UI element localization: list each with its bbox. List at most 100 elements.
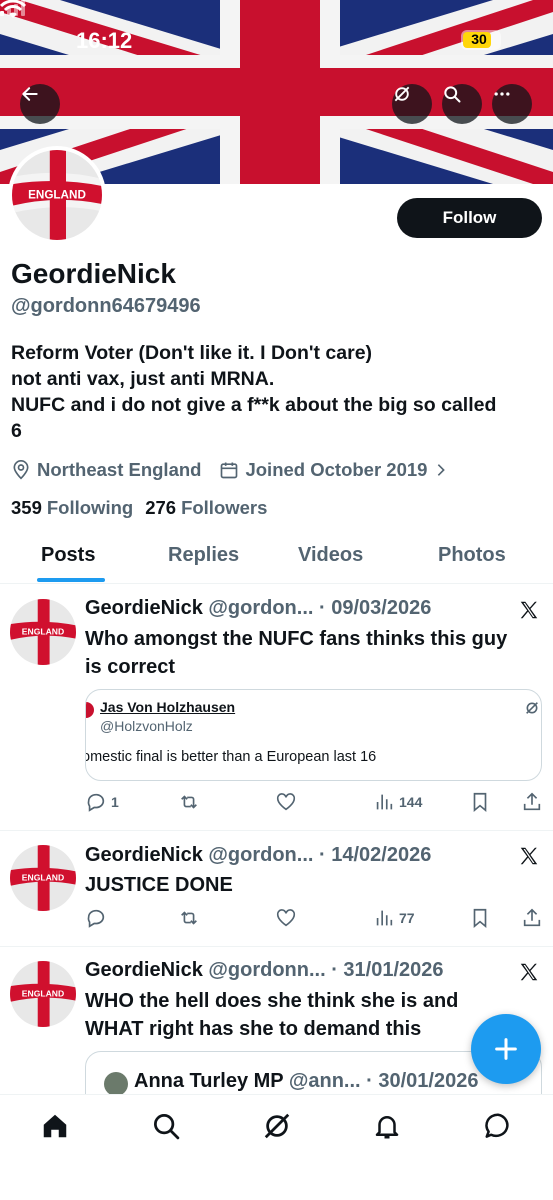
views-icon xyxy=(376,794,393,810)
quote-author-name: Anna Turley MP xyxy=(134,1070,284,1092)
bottom-nav xyxy=(0,1094,553,1200)
bookmark-button[interactable] xyxy=(469,791,491,813)
post-author-name: GeordieNick xyxy=(85,959,203,981)
tab-videos[interactable]: Videos xyxy=(298,544,363,567)
post-header: GeordieNick @gordonn... · 31/01/2026 xyxy=(85,959,444,982)
england-flag-avatar: ENGLAND xyxy=(10,845,76,911)
post-header: GeordieNick @gordon... · 14/02/2026 xyxy=(85,844,431,867)
grok-icon xyxy=(526,702,538,714)
search-icon xyxy=(444,86,461,103)
post-text-line: is correct xyxy=(85,656,176,678)
back-button[interactable] xyxy=(20,84,60,124)
followers-link[interactable]: 276 Followers xyxy=(145,497,267,519)
views-count: 144 xyxy=(399,794,423,810)
tab-posts[interactable]: Posts xyxy=(41,544,95,567)
post-item[interactable]: ENGLAND GeordieNick @gordonn... · 31/01/… xyxy=(0,947,553,1111)
post-text: JUSTICE DONE xyxy=(85,871,545,899)
bio-line: not anti vax, just anti MRNA. xyxy=(11,368,275,390)
post-text-line: WHO the hell does she think she is and xyxy=(85,990,459,1012)
x-logo-icon xyxy=(520,963,538,981)
more-button[interactable] xyxy=(492,84,532,124)
post-text: Who amongst the NUFC fans thinks this gu… xyxy=(85,625,545,681)
post-item[interactable]: ENGLAND GeordieNick @gordon... · 09/03/2… xyxy=(0,585,553,831)
arrow-left-icon xyxy=(22,87,38,101)
post-author-handle: @gordon... xyxy=(208,597,314,619)
post-header: GeordieNick @gordon... · 09/03/2026 xyxy=(85,597,431,620)
bio-line: NUFC and i do not give a f**k about the … xyxy=(11,394,497,416)
views-button[interactable]: 77 xyxy=(373,907,415,929)
post-avatar[interactable]: ENGLAND xyxy=(10,599,76,665)
status-time: 16:12 xyxy=(76,28,133,53)
share-icon xyxy=(523,792,541,811)
search-button[interactable] xyxy=(442,84,482,124)
post-avatar[interactable]: ENGLAND xyxy=(10,845,76,911)
home-icon xyxy=(43,1114,67,1138)
joined-item[interactable]: Joined October 2019 xyxy=(219,459,455,481)
reply-icon xyxy=(87,909,105,928)
profile-tabs: Posts Replies Videos Photos xyxy=(0,530,553,584)
grok-button[interactable] xyxy=(392,84,432,124)
post-item[interactable]: ENGLAND GeordieNick @gordon... · 14/02/2… xyxy=(0,831,553,947)
location-icon xyxy=(13,460,29,480)
quote-author-handle: @ann... xyxy=(288,1070,361,1092)
wifi-icon xyxy=(0,0,26,18)
grok-icon xyxy=(394,86,410,102)
active-tab-indicator xyxy=(37,578,105,582)
battery-level: 30 xyxy=(471,31,487,47)
quote-header: Anna Turley MP @ann... · 30/01/2026 xyxy=(134,1070,478,1093)
bio-line: 6 xyxy=(11,420,22,442)
nav-home[interactable] xyxy=(40,1111,70,1141)
reply-count: 1 xyxy=(111,794,119,810)
quote-date: · 30/01/2026 xyxy=(366,1070,479,1092)
plus-icon xyxy=(495,1038,517,1060)
quote-avatar xyxy=(104,1072,128,1096)
tab-photos[interactable]: Photos xyxy=(438,544,506,567)
compose-button[interactable] xyxy=(471,1014,541,1084)
avatar-text: ENGLAND xyxy=(28,189,86,202)
battery-indicator: 30 xyxy=(461,30,501,50)
location-item: Northeast England xyxy=(11,459,201,481)
quoted-post[interactable]: Jas Von Holzhausen @HolzvonHolz omestic … xyxy=(85,689,542,781)
share-button[interactable] xyxy=(521,907,543,929)
england-flag-avatar: ENGLAND xyxy=(10,599,76,665)
share-icon xyxy=(523,908,541,927)
repost-icon xyxy=(181,795,197,809)
followers-count: 276 xyxy=(145,497,177,518)
quote-author-name: Jas Von Holzhausen xyxy=(100,699,236,715)
post-text-line: Who amongst the NUFC fans thinks this gu… xyxy=(85,628,508,650)
x-logo-icon xyxy=(520,601,538,619)
share-button[interactable] xyxy=(521,791,543,813)
quote-author-handle: @HolzvonHolz xyxy=(100,718,193,734)
reply-button[interactable] xyxy=(85,907,107,929)
nav-notifications[interactable] xyxy=(372,1111,402,1141)
bell-icon xyxy=(375,1116,399,1139)
nav-grok[interactable] xyxy=(262,1111,292,1141)
x-logo-icon xyxy=(520,847,538,865)
grok-icon xyxy=(264,1113,290,1139)
repost-button[interactable] xyxy=(178,791,200,813)
quote-text: omestic final is better than a European … xyxy=(85,749,377,765)
bookmark-button[interactable] xyxy=(469,907,491,929)
avatar-text: ENGLAND xyxy=(22,873,64,883)
like-button[interactable] xyxy=(275,791,297,813)
following-link[interactable]: 359 Following xyxy=(11,497,133,519)
post-avatar[interactable]: ENGLAND xyxy=(10,961,76,1027)
avatar-text: ENGLAND xyxy=(22,989,64,999)
bookmark-icon xyxy=(473,792,487,813)
quote-avatar xyxy=(86,702,94,718)
follow-button[interactable]: Follow xyxy=(397,198,542,238)
england-flag-avatar: ENGLAND xyxy=(12,150,102,240)
search-icon xyxy=(154,1114,180,1140)
nav-search[interactable] xyxy=(151,1111,181,1141)
profile-avatar[interactable]: ENGLAND xyxy=(8,146,106,244)
reply-button[interactable]: 1 xyxy=(85,791,119,813)
tab-replies[interactable]: Replies xyxy=(168,544,239,567)
like-button[interactable] xyxy=(275,907,297,929)
post-author-name: GeordieNick xyxy=(85,597,203,619)
views-button[interactable]: 144 xyxy=(373,791,422,813)
repost-button[interactable] xyxy=(178,907,200,929)
profile-bio: Reform Voter (Don't like it. I Don't car… xyxy=(11,340,546,444)
post-author-handle: @gordonn... xyxy=(208,959,326,981)
followers-label: Followers xyxy=(181,497,268,518)
nav-messages[interactable] xyxy=(483,1111,513,1141)
